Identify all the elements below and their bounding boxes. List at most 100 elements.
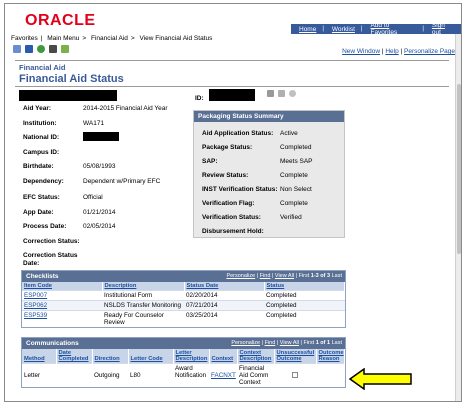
breadcrumb-favorites[interactable]: Favorites <box>11 35 38 42</box>
table-cell <box>56 363 92 387</box>
add-favorites-link[interactable]: Add to Favorites <box>370 22 416 36</box>
browser-frame: ORACLE Home | Worklist | Add to Favorite… <box>4 3 462 402</box>
new-window-link[interactable]: New Window <box>342 48 380 55</box>
institution-label: Institution: <box>23 120 57 127</box>
section-label: Financial Aid <box>19 63 66 72</box>
table-cell: 02/20/2014 <box>184 290 264 301</box>
column-header[interactable]: Direction <box>92 349 129 364</box>
worklist-link[interactable]: Worklist <box>332 26 355 33</box>
personalize-page-link[interactable]: Personalize Page <box>404 48 455 55</box>
range-label: 1-3 of 3 <box>310 273 331 279</box>
app-header: ORACLE Home | Worklist | Add to Favorite… <box>5 4 461 36</box>
birthdate-label: Birthdate: <box>23 163 54 170</box>
table-row: ESP539 Ready For Counselor Review 03/25/… <box>22 310 345 327</box>
packaging-status-panel: Packaging Status Summary Aid Application… <box>193 110 345 238</box>
table-cell: Completed <box>264 300 345 311</box>
person-icon[interactable] <box>267 90 274 97</box>
birthdate-value: 05/08/1993 <box>83 163 116 170</box>
table-cell: L80 <box>128 363 173 387</box>
id-label: ID: <box>195 95 204 102</box>
column-header[interactable]: Unsuccessful Outcome <box>274 349 317 364</box>
refresh-icon[interactable] <box>37 45 45 53</box>
sign-out-link[interactable]: Sign out <box>432 22 455 36</box>
toolbar <box>13 45 69 53</box>
personalize-link[interactable]: Personalize <box>231 340 260 346</box>
grid-nav: Personalize | Find | View All | First 1-… <box>226 273 342 279</box>
page-links: New Window | Help | Personalize Page <box>342 48 455 55</box>
context-link[interactable]: FACNXT <box>211 372 236 379</box>
last-label[interactable]: Last <box>332 273 342 279</box>
pencil-icon[interactable] <box>13 45 21 53</box>
view-all-link[interactable]: View All <box>280 340 299 346</box>
column-header[interactable]: Method <box>22 349 57 364</box>
redacted-id <box>209 89 255 101</box>
notes-icon[interactable] <box>61 45 69 53</box>
breadcrumb-current: View Financial Aid Status <box>139 35 213 42</box>
pkg-label: Verification Flag: <box>202 200 255 207</box>
range-label: 1 of 1 <box>315 340 331 346</box>
table-cell: Financial Aid Comm Context <box>237 363 274 387</box>
last-label[interactable]: Last <box>332 340 342 346</box>
comment-icon[interactable] <box>289 90 296 97</box>
communications-title: Communications <box>26 340 79 347</box>
home-link[interactable]: Home <box>299 26 316 33</box>
institution-value: WA171 <box>83 120 105 127</box>
breadcrumb-financial-aid[interactable]: Financial Aid <box>91 35 128 42</box>
pkg-value: Meets SAP <box>280 158 313 165</box>
item-code-link[interactable]: ESP062 <box>24 302 47 309</box>
gear-icon[interactable] <box>49 45 57 53</box>
campus-id-label: Campus ID: <box>23 149 60 156</box>
column-header[interactable]: Letter Description <box>173 349 210 364</box>
checklists-table: Item Code Description Status Date Status… <box>22 282 345 327</box>
page-title: Financial Aid Status <box>19 73 124 85</box>
redacted-name <box>19 90 117 101</box>
item-code-link[interactable]: ESP539 <box>24 312 47 319</box>
correction-status-date-label: Correction Status Date: <box>23 252 78 267</box>
item-code-link[interactable]: ESP007 <box>24 292 47 299</box>
dependency-value: Dependent w/Primary EFC <box>83 178 161 185</box>
find-link[interactable]: Find <box>265 340 276 346</box>
pkg-value: Complete <box>280 200 308 207</box>
table-cell: Award Notification <box>173 363 209 387</box>
column-header[interactable]: Letter Code <box>128 349 174 364</box>
national-id-label: National ID: <box>23 134 60 141</box>
checklists-grid: Checklists Personalize | Find | View All… <box>21 270 346 328</box>
efc-status-label: EFC Status: <box>23 194 60 201</box>
table-cell: Outgoing <box>92 363 128 387</box>
link-separator: | <box>360 26 363 32</box>
column-header[interactable]: Outcome Reason <box>316 349 345 364</box>
view-all-link[interactable]: View All <box>275 273 294 279</box>
personalize-link[interactable]: Personalize <box>226 273 255 279</box>
pkg-value: Verified <box>280 214 302 221</box>
column-header[interactable]: Date Completed <box>56 349 93 364</box>
table-cell: Letter <box>22 363 56 387</box>
breadcrumb-main-menu[interactable]: Main Menu <box>47 35 79 42</box>
communications-table: Method Date Completed Direction Letter C… <box>22 349 345 387</box>
column-header[interactable]: Context <box>209 349 238 364</box>
app-date-value: 01/21/2014 <box>83 209 116 216</box>
table-row: ESP062 NSLDS Transfer Monitoring 07/21/2… <box>22 300 345 311</box>
dependency-label: Dependency: <box>23 178 64 185</box>
column-header[interactable]: Status Date <box>184 282 265 291</box>
help-link[interactable]: Help <box>385 48 398 55</box>
column-header[interactable]: Context Description <box>237 349 275 364</box>
column-header[interactable]: Status <box>264 282 345 291</box>
first-label[interactable]: First <box>303 340 314 346</box>
unsuccessful-outcome-checkbox[interactable] <box>292 372 298 379</box>
column-header[interactable]: Description <box>102 282 185 291</box>
scrollbar-thumb[interactable] <box>457 84 461 254</box>
document-icon[interactable] <box>278 90 285 97</box>
table-cell: Institutional Form <box>102 290 184 301</box>
id-icons <box>267 90 296 97</box>
table-cell: Ready For Counselor Review <box>102 310 184 327</box>
correction-status-label: Correction Status: <box>23 238 80 245</box>
column-header[interactable]: Item Code <box>22 282 103 291</box>
pkg-label: Verification Status: <box>202 214 261 221</box>
vertical-scrollbar[interactable] <box>455 34 461 401</box>
find-link[interactable]: Find <box>260 273 271 279</box>
oracle-logo: ORACLE <box>25 12 96 29</box>
table-row: Letter Outgoing L80 Award Notification F… <box>22 363 345 387</box>
communications-header: Communications Personalize | Find | View… <box>22 338 345 349</box>
info-icon[interactable] <box>25 45 33 53</box>
first-label[interactable]: First <box>299 273 310 279</box>
